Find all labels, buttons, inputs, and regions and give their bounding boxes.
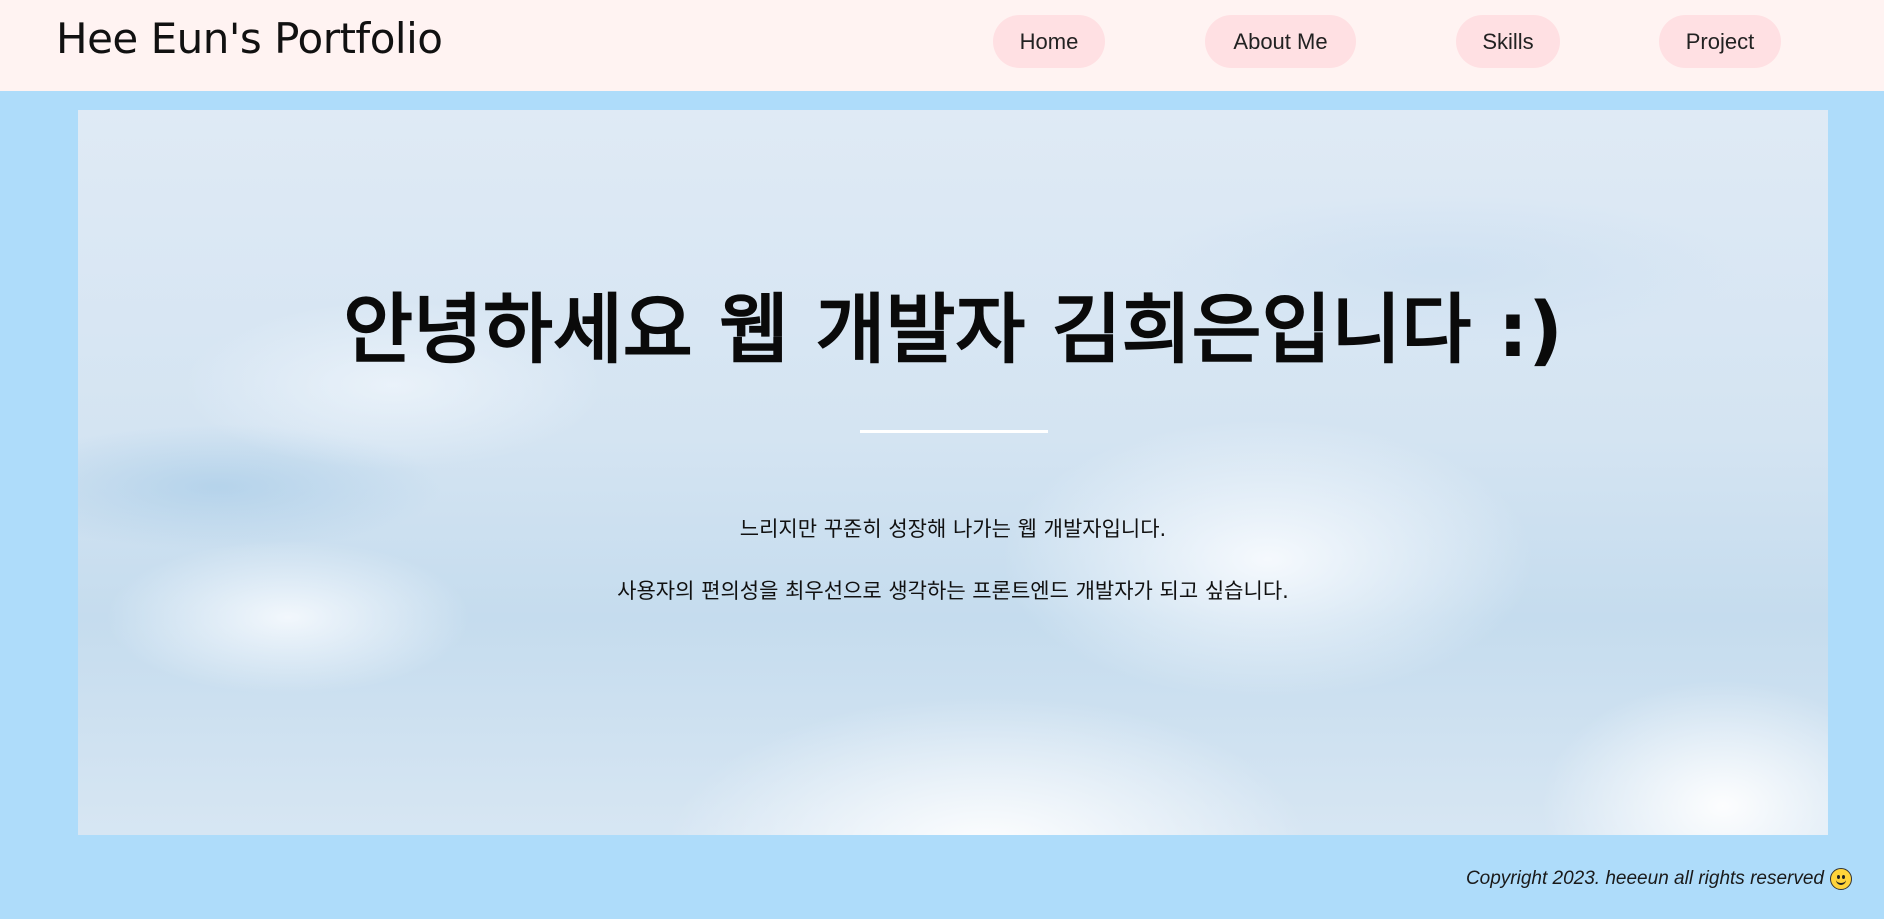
hero-divider bbox=[860, 430, 1048, 433]
nav-skills-button[interactable]: Skills bbox=[1456, 15, 1560, 68]
nav-about-me-button[interactable]: About Me bbox=[1205, 15, 1356, 68]
hero-banner: 안녕하세요 웹 개발자 김희은입니다 :) 느리지만 꾸준히 성장해 나가는 웹… bbox=[78, 110, 1828, 835]
nav-project-button[interactable]: Project bbox=[1659, 15, 1781, 68]
nav-home-button[interactable]: Home bbox=[993, 15, 1105, 68]
top-navigation-bar: Hee Eun's Portfolio Home About Me Skills… bbox=[0, 0, 1884, 91]
footer-copyright: Copyright 2023. heeeun all rights reserv… bbox=[1466, 868, 1852, 890]
hero-subtitle-line-2: 사용자의 편의성을 최우선으로 생각하는 프론트엔드 개발자가 되고 싶습니다. bbox=[617, 579, 1289, 603]
copyright-text: Copyright 2023. heeeun all rights reserv… bbox=[1465, 868, 1824, 889]
smiling-face-icon bbox=[1830, 868, 1852, 890]
hero-title: 안녕하세요 웹 개발자 김희은입니다 :) bbox=[343, 285, 1563, 374]
hero-subtitle-line-1: 느리지만 꾸준히 성장해 나가는 웹 개발자입니다. bbox=[739, 517, 1167, 541]
site-logo[interactable]: Hee Eun's Portfolio bbox=[56, 14, 443, 63]
